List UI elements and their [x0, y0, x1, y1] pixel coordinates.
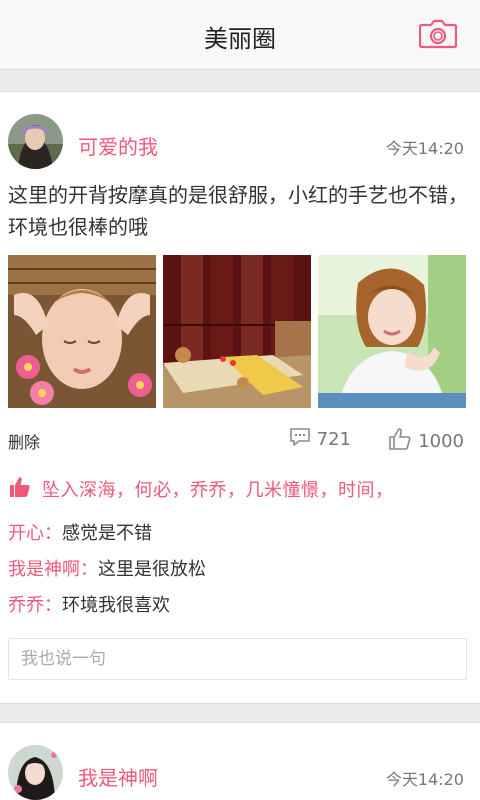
post-time: 今天14:20	[385, 139, 464, 158]
reply-input[interactable]	[9, 639, 466, 679]
post-time: 今天14:20	[385, 770, 464, 789]
comment-separator: ：	[44, 595, 62, 616]
avatar[interactable]	[8, 745, 63, 800]
comment-text: 环境我很喜欢	[62, 595, 170, 616]
likers-row: 坠入深海，何必，乔乔，几米憧憬，时间，	[8, 474, 478, 504]
post-text: 这里的开背按摩真的是很舒服，小红的手艺也不错，环境也很棒的哦	[8, 183, 468, 239]
comment-item: 乔乔：环境我很喜欢	[8, 591, 170, 617]
thumbs-up-icon	[388, 427, 412, 456]
post-actions: 删除 721 1000	[8, 425, 464, 455]
comment-author[interactable]: 我是神啊	[8, 559, 80, 580]
likers-list[interactable]: 坠入深海，何必，乔乔，几米憧憬，时间，	[42, 476, 394, 502]
comment-icon	[289, 427, 311, 452]
like-button[interactable]: 1000	[388, 427, 464, 456]
delete-button[interactable]: 删除	[8, 429, 40, 453]
avatar[interactable]	[8, 114, 63, 169]
post-image-grid	[8, 255, 466, 408]
comment-separator: ：	[44, 523, 62, 544]
top-bar: 美丽圈	[0, 0, 480, 70]
comment-item: 开心：感觉是不错	[8, 519, 152, 545]
smiling-woman-photo[interactable]	[318, 255, 466, 408]
comment-text: 感觉是不错	[62, 523, 152, 544]
comment-count: 721	[316, 429, 351, 450]
post-card: 我是神啊 今天14:20	[0, 722, 480, 800]
facial-massage-photo[interactable]	[8, 255, 156, 408]
thumbs-up-filled-icon	[8, 475, 32, 503]
comment-author[interactable]: 开心	[8, 523, 44, 544]
comment-separator: ：	[80, 559, 98, 580]
like-count: 1000	[418, 431, 464, 452]
comment-button[interactable]: 721	[289, 427, 351, 452]
spa-room-photo[interactable]	[163, 255, 311, 408]
comment-author[interactable]: 乔乔	[8, 595, 44, 616]
comment-text: 这里是很放松	[98, 559, 206, 580]
reply-box	[8, 638, 467, 680]
post-card: 可爱的我 今天14:20 这里的开背按摩真的是很舒服，小红的手艺也不错，环境也很…	[0, 91, 480, 704]
camera-icon[interactable]	[418, 19, 458, 49]
post-username[interactable]: 可爱的我	[78, 131, 158, 160]
page-title: 美丽圈	[204, 25, 276, 53]
comment-item: 我是神啊：这里是很放松	[8, 555, 206, 581]
post-username[interactable]: 我是神啊	[78, 762, 158, 791]
